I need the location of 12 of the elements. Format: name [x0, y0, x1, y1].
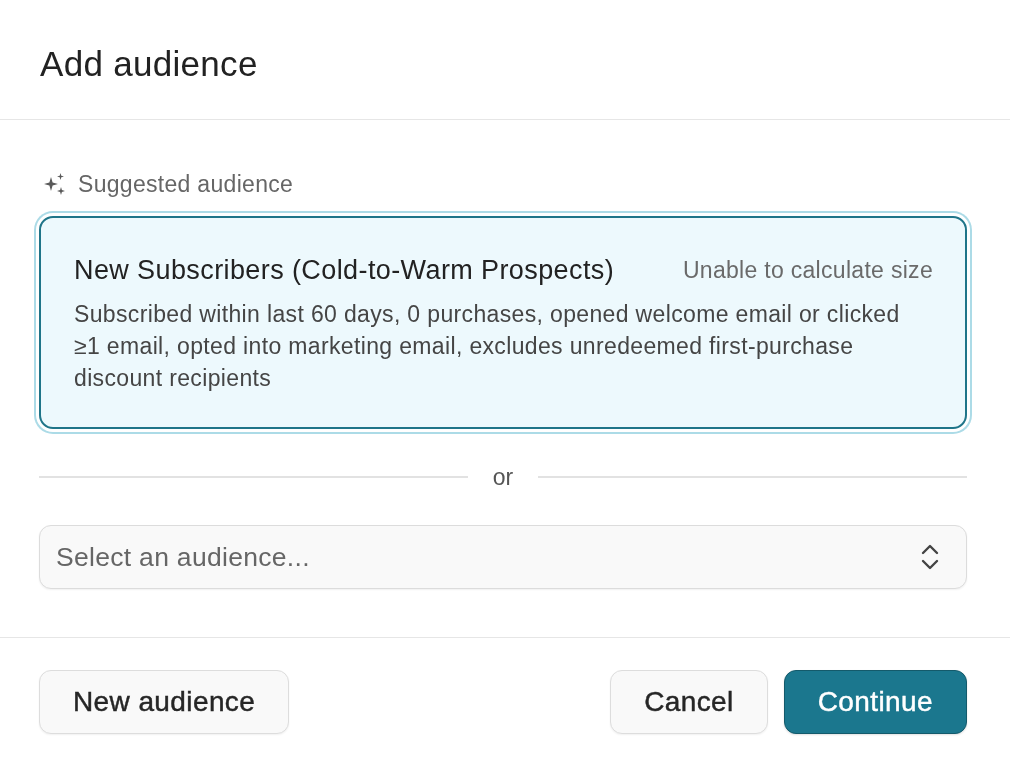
audience-description: Subscribed within last 60 days, 0 purchases, opened welcome email or clicked ≥1 email, opted into marketing email, excludes unredeemed first-purchase discount recipients: [74, 300, 901, 393]
chevron-up-down-icon[interactable]: [920, 543, 940, 571]
secondary-button[interactable]: Cancel: [610, 670, 768, 734]
divider-text: or: [492, 464, 514, 490]
audience-name: New Subscribers (Cold-to-Warm Prospects): [74, 254, 615, 286]
secondary-button[interactable]: New audience: [39, 670, 290, 734]
dialog-title: Add audience: [40, 43, 258, 85]
sparkle-icon: [43, 172, 67, 196]
audience-size-note: Unable to calculate size: [682, 256, 933, 285]
audience-select[interactable]: Select an audience...: [39, 525, 967, 589]
section-label: Suggested audience: [78, 171, 294, 197]
primary-button[interactable]: Continue: [783, 670, 967, 734]
